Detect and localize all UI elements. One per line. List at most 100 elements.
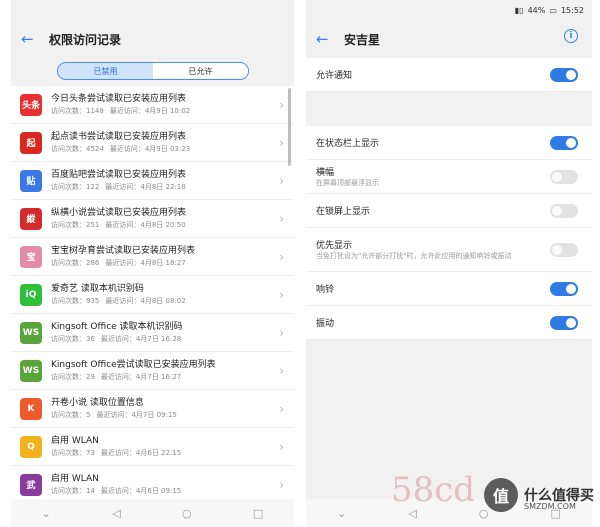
item-text: 启用 WLAN 访问次数：73 最近访问：4月6日 22:15 [51, 435, 294, 458]
setting-label: 振动 [316, 319, 335, 329]
header: ← 权限访问记录 [11, 20, 294, 58]
app-notification-screen: ▮▯ 44% ▭ 15:52 ← 安吉星 i 允许通知在状态栏上显示横幅 在屏幕顶… [306, 0, 592, 527]
list-item[interactable]: 起起点读书尝试读取已安装应用列表 访问次数：4524 最近访问：4月9日 03:23… [11, 124, 294, 162]
access-count: 访问次数：1148 [51, 107, 104, 115]
tab-allowed[interactable]: 已允许 [153, 63, 248, 79]
back-arrow-icon[interactable]: ← [316, 30, 330, 48]
list-item[interactable]: iQ 爱奇艺 读取本机识别码 访问次数：935 最近访问：4月8日 08:02 › [11, 276, 294, 314]
item-meta: 访问次数：14 最近访问：4月6日 09:15 [51, 486, 294, 496]
list-item[interactable]: 贴百度贴吧尝试读取已安装应用列表 访问次数：122 最近访问：4月8日 22:18 › [11, 162, 294, 200]
toggle-switch[interactable] [550, 67, 578, 82]
setting-row[interactable]: 在锁屏上显示 [306, 194, 592, 228]
last-access: 最近访问：4月6日 09:15 [100, 487, 182, 495]
toggle-knob [566, 137, 576, 148]
kaijuan-icon: K [20, 397, 42, 420]
list-item[interactable]: 宝宝宝树孕育尝试读取已安装应用列表 访问次数：286 最近访问：4月8日 18:27… [11, 238, 294, 276]
home-nav-icon[interactable]: ○ [182, 507, 192, 520]
setting-text: 在锁屏上显示 [316, 204, 531, 217]
item-meta: 访问次数：5 最近访问：4月7日 09:15 [51, 410, 294, 420]
last-access: 最近访问：4月8日 22:18 [105, 183, 186, 191]
collapse-icon[interactable]: ⌄ [337, 507, 346, 520]
toggle-knob [552, 171, 562, 182]
list-item[interactable]: WS Kingsoft Office 读取本机识别码访问次数：36 最近访问：4月7… [11, 314, 294, 352]
collapse-icon[interactable]: ⌄ [42, 507, 51, 520]
item-text: Kingsoft Office尝试读取已安装应用列表访问次数：29 最近访问：4月… [51, 359, 294, 382]
item-meta: 访问次数：29 最近访问：4月7日 16:27 [51, 372, 294, 382]
nav-bar: ⌄ ◁ ○ □ [11, 499, 294, 527]
last-access: 最近访问：4月8日 20:50 [105, 221, 186, 229]
item-title: Kingsoft Office尝试读取已安装应用列表 [51, 360, 216, 370]
item-title: 纵横小说尝试读取已安装应用列表 [51, 208, 187, 218]
watermark-smzdm: 值 什么值得买 SMZDM.COM [484, 478, 594, 512]
last-access: 最近访问：4月7日 09:15 [96, 411, 177, 419]
item-text: 起点读书尝试读取已安装应用列表 访问次数：4524 最近访问：4月9日 03:23 [51, 131, 294, 154]
last-access: 最近访问：4月8日 18:27 [105, 259, 186, 267]
toggle-switch[interactable] [550, 169, 578, 184]
setting-row[interactable]: 横幅 在屏幕顶部悬浮显示 [306, 160, 592, 194]
list-item[interactable]: 縱纵横小说尝试读取已安装应用列表 访问次数：251 最近访问：4月8日 20:50 › [11, 200, 294, 238]
tieba-icon: 贴 [20, 169, 42, 192]
access-count: 访问次数：122 [51, 183, 100, 191]
setting-row[interactable]: 在状态栏上显示 [306, 126, 592, 160]
item-title: 启用 WLAN [51, 436, 99, 446]
item-meta: 访问次数：251 最近访问：4月8日 20:50 [51, 220, 294, 230]
toggle-switch[interactable] [550, 135, 578, 150]
access-count: 访问次数：36 [51, 335, 95, 343]
last-access: 最近访问：4月8日 08:02 [105, 297, 186, 305]
last-access: 最近访问：4月9日 03:23 [109, 145, 191, 153]
setting-text: 响铃 [316, 282, 531, 295]
item-title: 百度贴吧尝试读取已安装应用列表 [51, 170, 187, 180]
item-title: 开卷小说 读取位置信息 [51, 398, 144, 408]
setting-row[interactable]: 允许通知 [306, 58, 592, 92]
setting-row[interactable]: 响铃 [306, 272, 592, 306]
last-access: 最近访问：4月9日 10:02 [109, 107, 191, 115]
toggle-switch[interactable] [550, 203, 578, 218]
item-meta: 访问次数：73 最近访问：4月6日 22:15 [51, 448, 294, 458]
setting-text: 优先显示 当免打扰设为"允许部分打扰"时，允许此应用的通知响铃或振动 [316, 238, 531, 261]
item-title: 起点读书尝试读取已安装应用列表 [51, 132, 187, 142]
setting-text: 振动 [316, 316, 531, 329]
list-item[interactable]: K 开卷小说 读取位置信息 访问次数：5 最近访问：4月7日 09:15 › [11, 390, 294, 428]
item-text: 纵横小说尝试读取已安装应用列表 访问次数：251 最近访问：4月8日 20:50 [51, 207, 294, 230]
item-text: 启用 WLAN 访问次数：14 最近访问：4月6日 09:15 [51, 473, 294, 496]
list-item[interactable]: 头条 今日头条尝试读取已安装应用列表 访问次数：1148 最近访问：4月9日 10:0… [11, 86, 294, 124]
setting-text: 在状态栏上显示 [316, 136, 531, 149]
last-access: 最近访问：4月7日 16:27 [100, 373, 182, 381]
tab-blocked[interactable]: 已禁用 [58, 63, 153, 79]
recents-nav-icon[interactable]: □ [253, 507, 263, 520]
page-title: 安吉星 [344, 32, 381, 47]
chevron-right-icon: › [279, 136, 284, 150]
item-text: 开卷小说 读取位置信息访问次数：5 最近访问：4月7日 09:15 [51, 397, 294, 420]
access-count: 访问次数：251 [51, 221, 100, 229]
access-count: 访问次数：935 [51, 297, 100, 305]
toggle-knob [566, 69, 576, 80]
back-arrow-icon[interactable]: ← [21, 30, 35, 48]
scrollbar[interactable] [288, 88, 291, 166]
item-meta: 访问次数：36 最近访问：4月7日 16:28 [51, 334, 294, 344]
setting-label: 在状态栏上显示 [316, 139, 380, 149]
toggle-switch[interactable] [550, 315, 578, 330]
item-title: Kingsoft Office 读取本机识别码 [51, 322, 183, 332]
chevron-right-icon: › [279, 212, 284, 226]
list-item[interactable]: Q 启用 WLAN 访问次数：73 最近访问：4月6日 22:15 › [11, 428, 294, 466]
last-access: 最近访问：4月6日 22:15 [100, 449, 182, 457]
chevron-right-icon: › [279, 364, 284, 378]
setting-desc: 当免打扰设为"允许部分打扰"时，允许此应用的通知响铃或振动 [316, 252, 512, 260]
status-bar: ▮▯ 44% ▭ 15:52 [306, 0, 592, 20]
kingsoft-icon: WS [20, 321, 42, 344]
filter-tabs: 已禁用 已允许 [57, 62, 249, 80]
setting-text: 允许通知 [316, 68, 531, 81]
info-icon[interactable]: i [564, 29, 578, 43]
item-title: 启用 WLAN [51, 474, 99, 484]
setting-row[interactable]: 振动 [306, 306, 592, 340]
item-meta: 访问次数：935 最近访问：4月8日 08:02 [51, 296, 294, 306]
toggle-switch[interactable] [550, 242, 578, 257]
list-item[interactable]: WS Kingsoft Office尝试读取已安装应用列表 访问次数：29 最近访问：… [11, 352, 294, 390]
chevron-right-icon: › [279, 326, 284, 340]
back-nav-icon[interactable]: ◁ [112, 507, 120, 520]
setting-row[interactable]: 优先显示 当免打扰设为"允许部分打扰"时，允许此应用的通知响铃或振动 [306, 228, 592, 272]
toggle-switch[interactable] [550, 281, 578, 296]
settings-list: 允许通知在状态栏上显示横幅 在屏幕顶部悬浮显示在锁屏上显示优先显示 当免打扰设为"允… [306, 58, 592, 340]
item-text: 百度贴吧尝试读取已安装应用列表 访问次数：122 最近访问：4月8日 22:18 [51, 169, 294, 192]
setting-label: 横幅 [316, 168, 335, 178]
